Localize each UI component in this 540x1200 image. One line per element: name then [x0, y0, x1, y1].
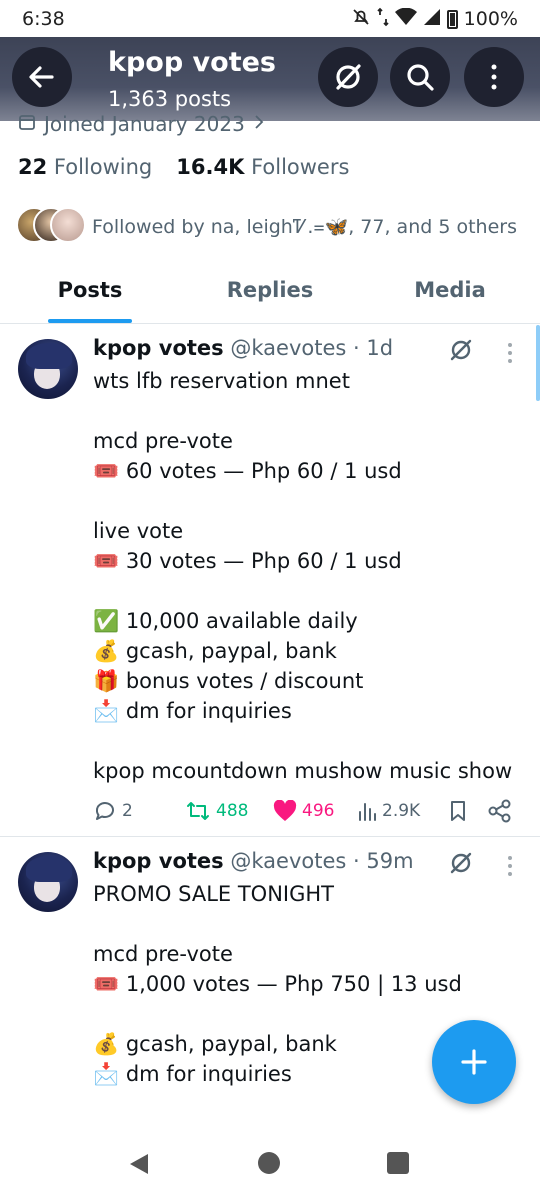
avatar — [50, 207, 86, 243]
followed-by-text: Followed by na, leighᏤ.᐀🦋, 77, and 5 oth… — [92, 215, 517, 238]
avatar[interactable] — [18, 852, 78, 912]
grok-icon — [450, 339, 472, 361]
post-body: wts lfb reservation mnet mcd pre-vote 🎟️… — [93, 366, 533, 786]
grok-button[interactable] — [448, 337, 474, 367]
nav-recents-icon[interactable] — [387, 1152, 409, 1174]
header-posts-count: 1,363 posts — [108, 87, 232, 111]
grok-icon — [450, 852, 472, 874]
nav-back-icon[interactable] — [128, 1152, 150, 1176]
post-line: 💰 gcash, paypal, bank — [93, 639, 337, 663]
post-author-name[interactable]: kpop votes — [93, 849, 224, 873]
post-line — [93, 396, 533, 426]
following-count: 22 — [18, 155, 48, 179]
bookmark-icon — [451, 801, 465, 821]
post-line: mcd pre-vote — [93, 942, 233, 966]
post-author-name[interactable]: kpop votes — [93, 336, 224, 360]
avatar[interactable] — [18, 339, 78, 399]
grok-button[interactable] — [318, 47, 378, 107]
post-line: ✅ 10,000 available daily — [93, 609, 358, 633]
arrow-left-icon — [29, 66, 54, 88]
post-line: 🎟️ 30 votes — Php 60 / 1 usd — [93, 549, 402, 573]
post-time: · 59m — [353, 849, 414, 873]
reply-button[interactable]: 2 — [93, 796, 133, 826]
cell-signal-icon — [423, 8, 441, 31]
post-line — [93, 486, 533, 516]
header-title: kpop votes — [108, 47, 276, 78]
post-line: mcd pre-vote — [93, 429, 233, 453]
joined-date: Joined January 2023 — [18, 112, 265, 136]
post-line: live vote — [93, 519, 184, 543]
post-handle: @kaevotes — [230, 336, 347, 360]
post-more-button[interactable] — [500, 343, 520, 363]
tab-posts[interactable]: Posts — [0, 262, 180, 323]
heart-icon — [273, 800, 297, 821]
more-options-button[interactable] — [464, 47, 524, 107]
tab-replies[interactable]: Replies — [180, 262, 360, 323]
bookmark-button[interactable] — [448, 796, 468, 826]
post-line — [93, 726, 533, 756]
views-button[interactable]: 2.9K — [357, 796, 420, 826]
back-button[interactable] — [12, 47, 72, 107]
post-actions: 2 488 496 2.9K — [93, 796, 523, 826]
repost-icon — [187, 802, 209, 820]
search-icon — [407, 64, 434, 91]
post-line: PROMO SALE TONIGHT — [93, 882, 334, 906]
followed-by[interactable]: Followed by na, leighᏤ.᐀🦋, 77, and 5 oth… — [16, 207, 517, 245]
reply-count: 2 — [122, 801, 133, 821]
post-line — [93, 909, 533, 939]
follower-avatars — [16, 207, 86, 245]
post-line: 🎟️ 1,000 votes — Php 750 | 13 usd — [93, 972, 462, 996]
follow-stats: 22 Following 16.4K Followers — [18, 155, 349, 179]
battery-icon — [446, 9, 458, 29]
post-more-button[interactable] — [500, 856, 520, 876]
compose-post-button[interactable] — [432, 1020, 516, 1104]
views-count: 2.9K — [382, 801, 421, 821]
post-line: 📩 dm for inquiries — [93, 699, 292, 723]
status-time: 6:38 — [22, 8, 65, 30]
post[interactable]: kpop votes @kaevotes · 1d wts lfb reserv… — [0, 325, 540, 837]
grok-icon — [336, 64, 361, 90]
post-line: kpop mcountdown mushow music show — [93, 759, 513, 783]
followers-label: Followers — [251, 155, 350, 179]
post-handle: @kaevotes — [230, 849, 347, 873]
profile-tabs: Posts Replies Media — [0, 262, 540, 324]
post-time: · 1d — [353, 336, 394, 360]
followers-count: 16.4K — [176, 155, 245, 179]
post-line: 🎟️ 60 votes — Php 60 / 1 usd — [93, 459, 402, 483]
calendar-icon — [18, 112, 36, 136]
more-vertical-icon — [491, 64, 497, 90]
data-arrows-icon — [377, 7, 389, 32]
like-button[interactable]: 496 — [273, 796, 334, 826]
repost-button[interactable]: 488 — [185, 796, 248, 826]
share-icon — [488, 799, 511, 823]
post-header: kpop votes @kaevotes · 1d — [93, 336, 393, 360]
following-link[interactable]: 22 Following — [18, 155, 152, 179]
profile-header: kpop votes 1,363 posts — [0, 37, 540, 121]
following-label: Following — [53, 155, 153, 179]
post-line — [93, 576, 533, 606]
followers-link[interactable]: 16.4K Followers — [176, 155, 349, 179]
notifications-off-icon — [351, 7, 371, 32]
search-button[interactable] — [390, 47, 450, 107]
status-icons: 100% — [351, 7, 518, 32]
tab-media[interactable]: Media — [360, 262, 540, 323]
plus-icon — [461, 1049, 487, 1075]
wifi-icon — [394, 7, 417, 31]
views-icon — [359, 803, 376, 821]
reply-icon — [95, 802, 114, 820]
grok-button[interactable] — [448, 850, 474, 880]
share-button[interactable] — [487, 796, 513, 826]
chevron-right-icon — [253, 112, 265, 136]
repost-count: 488 — [216, 801, 249, 821]
system-nav-bar — [0, 1128, 540, 1200]
battery-percent: 100% — [463, 8, 518, 30]
post-line: 🎁 bonus votes / discount — [93, 669, 364, 693]
post-header: kpop votes @kaevotes · 59m — [93, 849, 414, 873]
joined-text: Joined January 2023 — [44, 112, 245, 136]
nav-home-icon[interactable] — [258, 1152, 280, 1174]
like-count: 496 — [302, 801, 335, 821]
post-line: wts lfb reservation mnet — [93, 369, 350, 393]
status-bar: 6:38 100% — [0, 0, 540, 38]
